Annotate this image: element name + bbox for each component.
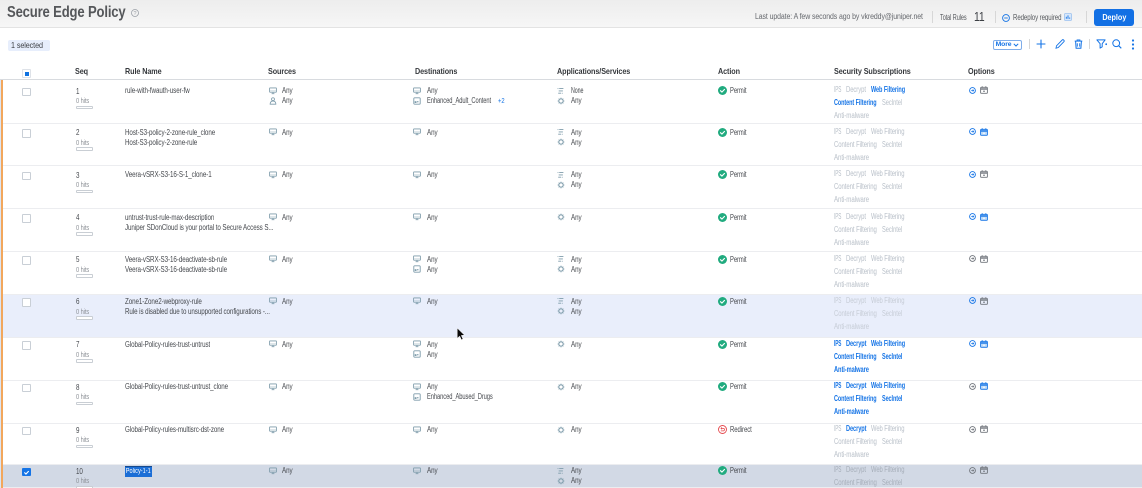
svg-text:?: ?	[134, 11, 137, 17]
